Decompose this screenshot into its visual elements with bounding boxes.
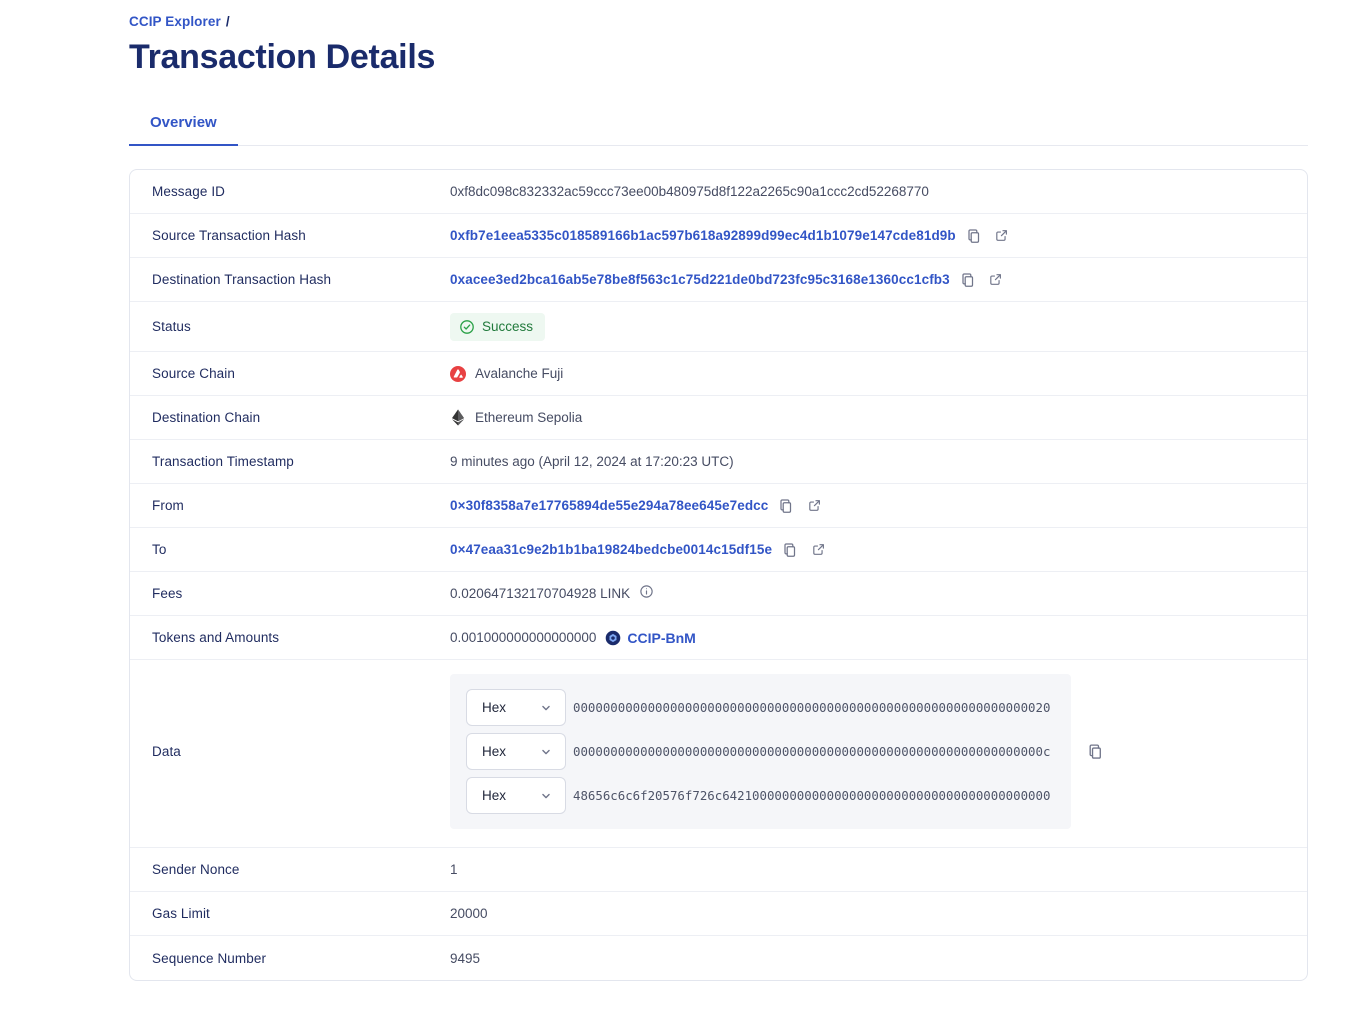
timestamp-value: 9 minutes ago (April 12, 2024 at 17:20:2…: [450, 454, 734, 469]
copy-button[interactable]: [964, 226, 984, 246]
check-circle-icon: [459, 319, 475, 335]
table-row-transaction-timestamp: Transaction Timestamp 9 minutes ago (Apr…: [130, 440, 1307, 484]
data-format-selected: Hex: [482, 700, 506, 715]
sender-nonce-label: Sender Nonce: [152, 862, 450, 877]
copy-icon: [960, 272, 976, 288]
gas-limit-value: 20000: [450, 906, 488, 921]
external-link-button[interactable]: [986, 270, 1006, 290]
data-format-select[interactable]: Hex: [466, 733, 566, 770]
data-hex-box: Hex 000000000000000000000000000000000000…: [450, 674, 1071, 829]
copy-icon: [782, 542, 798, 558]
copy-button[interactable]: [776, 496, 796, 516]
to-address-link[interactable]: 0×47eaa31c9e2b1b1ba19824bedcbe0014c15df1…: [450, 542, 772, 557]
breadcrumb: CCIP Explorer /: [129, 14, 1308, 29]
destination-chain-label: Destination Chain: [152, 410, 450, 425]
chevron-down-icon: [539, 701, 553, 715]
chevron-down-icon: [539, 745, 553, 759]
data-format-selected: Hex: [482, 788, 506, 803]
external-link-button[interactable]: [804, 496, 824, 516]
status-badge: Success: [450, 313, 545, 341]
data-label: Data: [152, 744, 450, 759]
data-format-select[interactable]: Hex: [466, 777, 566, 814]
source-tx-hash-link[interactable]: 0xfb7e1eea5335c018589166b1ac597b618a9289…: [450, 228, 956, 243]
from-address-link[interactable]: 0×30f8358a7e17765894de55e294a78ee645e7ed…: [450, 498, 768, 513]
external-link-button[interactable]: [808, 540, 828, 560]
table-row-message-id: Message ID 0xf8dc098c832332ac59ccc73ee00…: [130, 170, 1307, 214]
ccip-bnm-token-icon: [605, 630, 621, 646]
data-hex-value: 48656c6c6f20576f726c64210000000000000000…: [573, 788, 1050, 803]
tab-bar: Overview: [129, 114, 1308, 146]
info-icon[interactable]: [639, 584, 654, 599]
destination-tx-hash-link[interactable]: 0xacee3ed2bca16ab5e78be8f563c1c75d221de0…: [450, 272, 950, 287]
table-row-sender-nonce: Sender Nonce 1: [130, 848, 1307, 892]
message-id-label: Message ID: [152, 184, 450, 199]
to-label: To: [152, 542, 450, 557]
source-tx-hash-label: Source Transaction Hash: [152, 228, 450, 243]
sender-nonce-value: 1: [450, 862, 458, 877]
data-format-selected: Hex: [482, 744, 506, 759]
destination-chain-name: Ethereum Sepolia: [475, 410, 582, 425]
source-chain-name: Avalanche Fuji: [475, 366, 563, 381]
table-row-sequence-number: Sequence Number 9495: [130, 936, 1307, 980]
breadcrumb-link-ccip-explorer[interactable]: CCIP Explorer: [129, 14, 221, 29]
page-title: Transaction Details: [129, 38, 1308, 77]
external-link-icon: [807, 498, 822, 513]
data-format-select[interactable]: Hex: [466, 689, 566, 726]
fees-value: 0.020647132170704928 LINK: [450, 586, 630, 601]
transaction-details-table: Message ID 0xf8dc098c832332ac59ccc73ee00…: [129, 169, 1308, 981]
external-link-button[interactable]: [992, 226, 1012, 246]
data-hex-value: 0000000000000000000000000000000000000000…: [573, 700, 1050, 715]
ethereum-sepolia-icon: [452, 409, 464, 426]
table-row-source-chain: Source Chain Avalanche Fuji: [130, 352, 1307, 396]
data-line: Hex 48656c6c6f20576f726c6421000000000000…: [466, 777, 1055, 814]
timestamp-label: Transaction Timestamp: [152, 454, 450, 469]
table-row-data: Data Hex 0000000000000000000000000000000…: [130, 660, 1307, 848]
copy-button[interactable]: [958, 270, 978, 290]
external-link-icon: [988, 272, 1003, 287]
copy-data-button[interactable]: [1085, 742, 1105, 762]
breadcrumb-separator: /: [226, 14, 230, 29]
external-link-icon: [994, 228, 1009, 243]
destination-tx-hash-label: Destination Transaction Hash: [152, 272, 450, 287]
table-row-from: From 0×30f8358a7e17765894de55e294a78ee64…: [130, 484, 1307, 528]
source-chain-label: Source Chain: [152, 366, 450, 381]
tokens-and-amounts-label: Tokens and Amounts: [152, 630, 450, 645]
tab-overview[interactable]: Overview: [129, 114, 238, 146]
table-row-destination-transaction-hash: Destination Transaction Hash 0xacee3ed2b…: [130, 258, 1307, 302]
table-row-source-transaction-hash: Source Transaction Hash 0xfb7e1eea5335c0…: [130, 214, 1307, 258]
table-row-status: Status Success: [130, 302, 1307, 352]
fees-label: Fees: [152, 586, 450, 601]
data-hex-value: 0000000000000000000000000000000000000000…: [573, 744, 1050, 759]
gas-limit-label: Gas Limit: [152, 906, 450, 921]
copy-icon: [966, 228, 982, 244]
status-label: Status: [152, 319, 450, 334]
table-row-gas-limit: Gas Limit 20000: [130, 892, 1307, 936]
table-row-fees: Fees 0.020647132170704928 LINK: [130, 572, 1307, 616]
data-line: Hex 000000000000000000000000000000000000…: [466, 733, 1055, 770]
table-row-destination-chain: Destination Chain Ethereum Sepolia: [130, 396, 1307, 440]
sequence-number-label: Sequence Number: [152, 951, 450, 966]
table-row-tokens-and-amounts: Tokens and Amounts 0.001000000000000000 …: [130, 616, 1307, 660]
avalanche-fuji-icon: [450, 366, 466, 382]
sequence-number-value: 9495: [450, 951, 480, 966]
copy-icon: [1087, 743, 1104, 760]
status-badge-text: Success: [482, 319, 533, 334]
transaction-details-page: CCIP Explorer / Transaction Details Overv…: [0, 0, 1358, 1021]
external-link-icon: [811, 542, 826, 557]
chevron-down-icon: [539, 789, 553, 803]
from-label: From: [152, 498, 450, 513]
table-row-to: To 0×47eaa31c9e2b1b1ba19824bedcbe0014c15…: [130, 528, 1307, 572]
message-id-value: 0xf8dc098c832332ac59ccc73ee00b480975d8f1…: [450, 184, 929, 199]
token-amount: 0.001000000000000000: [450, 630, 596, 645]
token-name: CCIP-BnM: [627, 630, 695, 646]
data-line: Hex 000000000000000000000000000000000000…: [466, 689, 1055, 726]
token-link[interactable]: CCIP-BnM: [605, 630, 695, 646]
copy-button[interactable]: [780, 540, 800, 560]
copy-icon: [778, 498, 794, 514]
